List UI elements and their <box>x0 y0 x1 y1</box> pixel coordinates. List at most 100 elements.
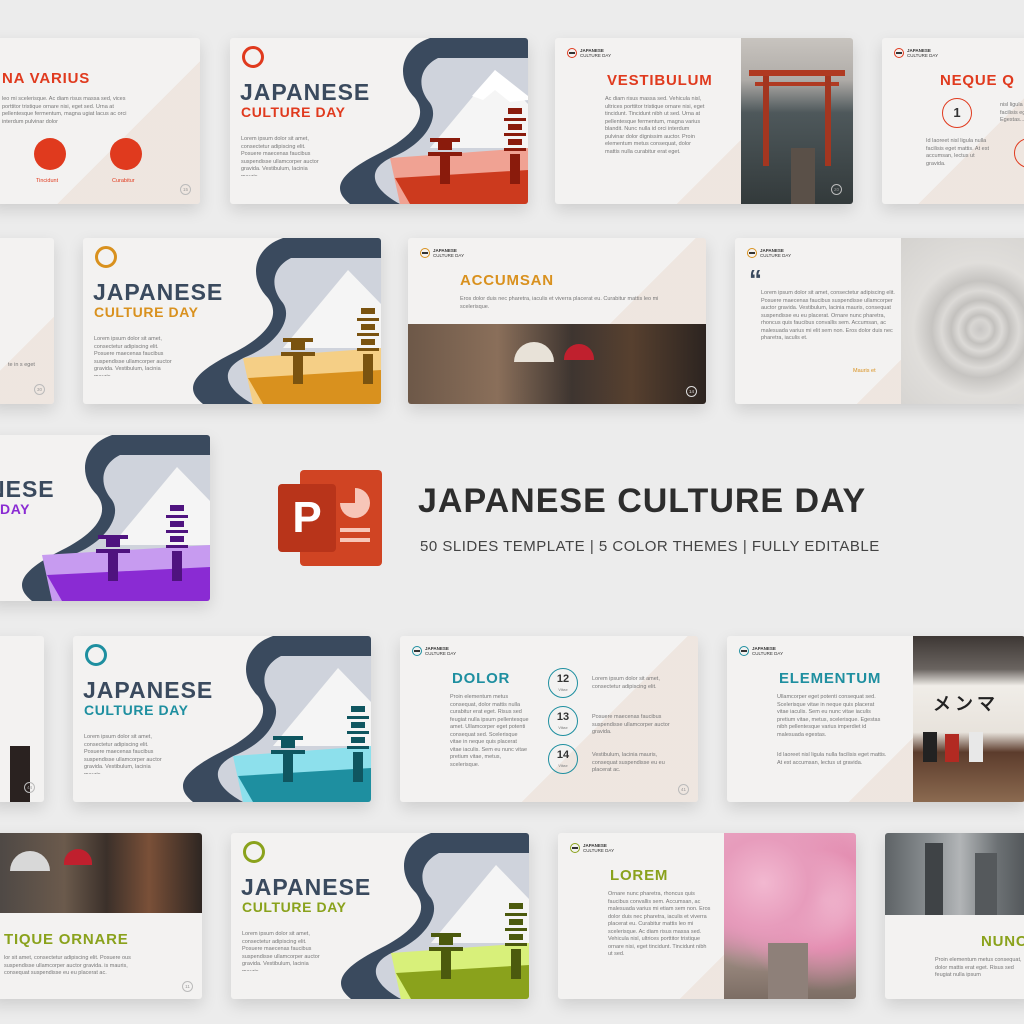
shrine-icon <box>34 138 66 170</box>
slide-thumbnail[interactable]: 44 <box>0 636 44 802</box>
slide-thumbnail[interactable]: JAPANESE CULTURE DAY VESTIBULUM Ac diam r… <box>555 38 853 204</box>
slide-thumbnail[interactable]: JAPANESE CULTURE DAY ELEMENTUM Ullamcorpe… <box>727 636 1024 802</box>
slide-thumbnail[interactable]: JAPANESE CULTURE DAY ACCUMSAN Eros dolor … <box>408 238 706 404</box>
slide-title: NUNC <box>981 933 1024 950</box>
slide-text: Proin elementum metus consequat, dolor m… <box>935 957 1022 978</box>
slide-text: leo mi scelerisque. Ac diam risus massa … <box>2 96 127 125</box>
slide-thumbnail[interactable]: JAPANESE CULTURE DAY “ Lorem ipsum dolor … <box>735 238 1024 404</box>
cover-slide-red[interactable]: JAPANESE CULTURE DAY Lorem ipsum dolor s… <box>230 38 528 204</box>
icon-label: Tincidunt <box>36 178 59 184</box>
page-number: 20 <box>831 184 842 195</box>
cover-text: Lorem ipsum dolor sit amet, consectetur … <box>94 336 172 376</box>
powerpoint-icon: P <box>278 470 382 566</box>
cover-slide-green[interactable]: JAPANESE CULTURE DAY Lorem ipsum dolor s… <box>231 833 529 999</box>
cover-slide-orange[interactable]: JAPANESE CULTURE DAY Lorem ipsum dolor s… <box>83 238 381 404</box>
brand-line: CULTURE DAY <box>580 53 612 58</box>
stat-number: 12 <box>556 673 570 685</box>
street-umbrella-photo <box>408 324 706 404</box>
cover-text: Lorem ipsum dolor sit amet, consectetur … <box>241 136 319 176</box>
icon-label: Curabitur <box>112 178 135 184</box>
slide-title: LOREM <box>610 867 669 884</box>
slide-title: DOLOR <box>452 670 511 687</box>
brand-line: CULTURE DAY <box>425 651 457 656</box>
slide-text: Id laoreet nisl ligula nulla facilisis e… <box>777 752 887 766</box>
stat-unit: Vitae <box>558 687 568 692</box>
stat-circle: 14 Vitae <box>548 744 578 774</box>
stat-circle: 13 Vitae <box>548 706 578 736</box>
mount-fuji-illustration <box>193 238 381 404</box>
mount-fuji-illustration <box>341 833 529 999</box>
slide-thumbnail[interactable]: te in s eget 30 <box>0 238 54 404</box>
quote-icon: “ <box>749 264 762 294</box>
ramen-shop-photo: メンマ <box>913 636 1024 802</box>
stat-unit: Vitae <box>558 725 568 730</box>
brand-logo-icon <box>412 646 422 656</box>
brand-logo-icon <box>894 48 904 58</box>
slide-title: TIQUE ORNARE <box>4 931 129 948</box>
brand-logo: JAPANESE CULTURE DAY <box>570 843 614 853</box>
brand-logo-icon <box>85 644 107 666</box>
brand-line: CULTURE DAY <box>433 253 465 258</box>
brand-logo: JAPANESE CULTURE DAY <box>412 646 456 656</box>
stat-number: 14 <box>556 749 570 761</box>
slide-thumbnail[interactable]: JAPANESE CULTURE DAY DOLOR Proin elementu… <box>400 636 698 802</box>
brand-logo-icon <box>95 246 117 268</box>
page-title: JAPANESE CULTURE DAY <box>418 482 867 520</box>
city-street-photo <box>885 833 1024 915</box>
page-number: 14 <box>686 386 697 397</box>
page-number: 15 <box>180 184 191 195</box>
stat-unit: Vitae <box>558 763 568 768</box>
slide-thumbnail[interactable]: NUNC Proin elementum metus consequat, do… <box>885 833 1024 999</box>
brand-logo-icon <box>739 646 749 656</box>
cover-text: Lorem ipsum dolor sit amet, consectetur … <box>84 734 162 774</box>
slide-title: NA VARIUS <box>2 70 91 87</box>
brand-logo-icon <box>747 248 757 258</box>
slide-thumbnail[interactable]: TIQUE ORNARE lor sit amet, consectetur a… <box>0 833 202 999</box>
slide-text: Lorem ipsum dolor sit amet, consectetur … <box>761 290 895 341</box>
slide-text: lor sit amet, consectetur adipiscing eli… <box>4 955 131 976</box>
mount-fuji-illustration <box>340 38 528 204</box>
cherry-blossom-photo <box>724 833 856 999</box>
quote-author: Mauris et <box>853 368 876 374</box>
slide-title: VESTIBULUM <box>607 72 713 89</box>
brand-logo: JAPANESE CULTURE DAY <box>739 646 783 656</box>
slide-thumbnail[interactable]: JAPANESE CULTURE DAY LOREM Ornare nunc ph… <box>558 833 856 999</box>
slide-text: Eros dolor duis nec pharetra, iaculis et… <box>460 296 659 310</box>
street-umbrella-photo <box>0 833 202 913</box>
slide-title: NEQUE Q <box>940 72 1015 89</box>
zen-sand-photo <box>901 238 1024 404</box>
slide-text: Ullamcorper eget potenti consequat sed. … <box>777 694 881 738</box>
cover-slide-teal[interactable]: JAPANESE CULTURE DAY Lorem ipsum dolor s… <box>73 636 371 802</box>
slide-title: ELEMENTUM <box>779 670 882 687</box>
page-subtitle: 50 SLIDES TEMPLATE | 5 COLOR THEMES | FU… <box>420 538 880 555</box>
torii-gate-photo <box>741 38 853 204</box>
slide-text: nisl ligula facilisis eget Egestas... <box>1000 102 1024 123</box>
brand-logo-icon <box>567 48 577 58</box>
brand-line: CULTURE DAY <box>752 651 784 656</box>
slide-title: ACCUMSAN <box>460 272 554 289</box>
slide-thumbnail[interactable]: NA VARIUS leo mi scelerisque. Ac diam ri… <box>0 38 200 204</box>
stat-text: Lorem ipsum dolor sit amet, consectetur … <box>592 676 660 690</box>
slide-text: te in s eget <box>8 362 35 368</box>
page-number: 11 <box>182 981 193 992</box>
brand-line: CULTURE DAY <box>907 53 939 58</box>
brand-logo: JAPANESE CULTURE DAY <box>747 248 791 258</box>
stat-text: Posuere maecenas faucibus suspendisse ul… <box>592 714 670 735</box>
brand-line: CULTURE DAY <box>583 848 615 853</box>
cover-slide-purple[interactable]: NESE DAY <box>0 435 210 601</box>
slide-text: Proin elementum metus consequat, dolor m… <box>450 694 529 768</box>
stat-number: 13 <box>556 711 570 723</box>
brand-logo-icon <box>420 248 430 258</box>
stat-circle: 12 Vitae <box>548 668 578 698</box>
brand-logo-icon <box>570 843 580 853</box>
powerpoint-letter: P <box>292 493 322 542</box>
brand-logo-icon <box>242 46 264 68</box>
brand-logo: JAPANESE CULTURE DAY <box>420 248 464 258</box>
page-number: 44 <box>24 782 35 793</box>
slide-text: Ac diam risus massa sed. Vehicula nisl, … <box>605 96 705 155</box>
stat-text: Vestibulum, lacinia mauris, consequat su… <box>592 752 665 773</box>
mount-fuji-illustration <box>22 435 210 601</box>
slide-text: Id laoreet nisl ligula nulla facilisis e… <box>926 138 989 167</box>
brand-logo: JAPANESE CULTURE DAY <box>894 48 938 58</box>
slide-thumbnail[interactable]: JAPANESE CULTURE DAY NEQUE Q 1 Id laoreet… <box>882 38 1024 204</box>
